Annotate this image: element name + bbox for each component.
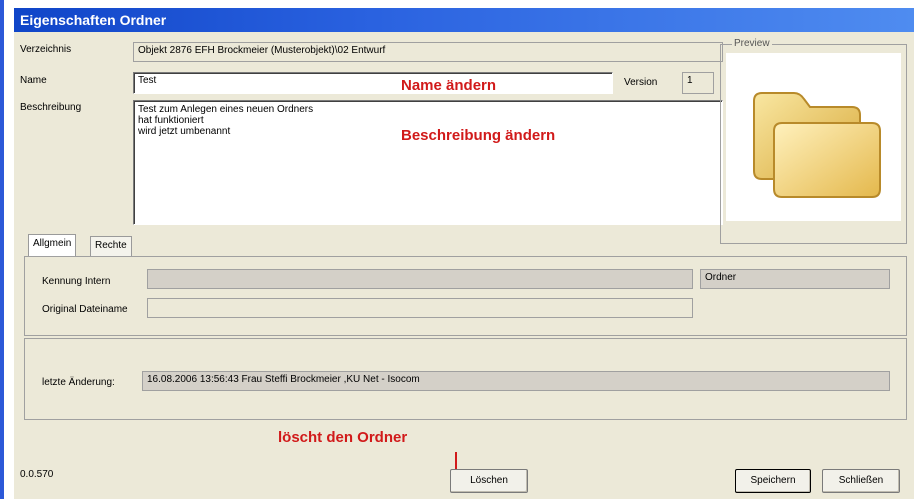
version-value: 1	[687, 75, 693, 86]
beschreibung-line-1: Test zum Anlegen eines neuen Ordners	[138, 104, 314, 115]
loeschen-button[interactable]: Löschen	[450, 469, 528, 493]
beschreibung-label: Beschreibung	[20, 102, 82, 113]
original-dateiname-field	[147, 298, 693, 318]
window-left-edge	[0, 0, 14, 499]
build-version: 0.0.570	[20, 469, 54, 480]
annotation-loescht-ordner: löscht den Ordner	[278, 429, 408, 446]
kennung-field	[147, 269, 693, 289]
tab-strip: Allgmein Rechte	[28, 234, 228, 256]
name-value: Test	[138, 75, 157, 86]
window-titlebar[interactable]: Eigenschaften Ordner	[14, 8, 914, 32]
schliessen-button[interactable]: Schließen	[822, 469, 900, 493]
tab-allgemein[interactable]: Allgmein	[28, 234, 77, 256]
name-input[interactable]: Test	[133, 72, 613, 94]
speichern-button-label: Speichern	[750, 475, 796, 486]
dialog-body: Verzeichnis Objekt 2876 EFH Brockmeier (…	[14, 32, 914, 499]
speichern-button[interactable]: Speichern	[735, 469, 811, 493]
verzeichnis-label: Verzeichnis	[20, 44, 72, 55]
tab-allgemein-label: Allgmein	[33, 238, 72, 249]
tab-rechte[interactable]: Rechte	[90, 236, 132, 256]
folder-icon	[753, 92, 881, 198]
type-field: Ordner	[700, 269, 890, 289]
tab-panel	[24, 256, 907, 336]
original-dateiname-label: Original Dateiname	[42, 304, 128, 315]
version-label: Version	[624, 77, 658, 88]
name-label: Name	[20, 75, 47, 86]
schliessen-button-label: Schließen	[838, 475, 884, 486]
loeschen-button-label: Löschen	[470, 475, 508, 486]
type-value: Ordner	[705, 272, 737, 283]
beschreibung-textarea[interactable]: Test zum Anlegen eines neuen Ordners hat…	[133, 100, 723, 225]
letzte-aenderung-label: letzte Änderung:	[42, 377, 115, 388]
verzeichnis-value: Objekt 2876 EFH Brockmeier (Musterobjekt…	[138, 45, 386, 56]
annotation-beschreibung-aendern: Beschreibung ändern	[401, 127, 556, 144]
letzte-aenderung-field: 16.08.2006 13:56:43 Frau Steffi Brockmei…	[142, 371, 890, 391]
version-field: 1	[682, 72, 714, 94]
verzeichnis-field: Objekt 2876 EFH Brockmeier (Musterobjekt…	[133, 42, 723, 62]
beschreibung-line-2: hat funktioniert	[138, 115, 204, 126]
letzte-aenderung-value: 16.08.2006 13:56:43 Frau Steffi Brockmei…	[147, 374, 420, 385]
preview-label: Preview	[732, 38, 772, 49]
annotation-name-aendern: Name ändern	[401, 77, 497, 94]
preview-panel	[726, 53, 901, 221]
kennung-label: Kennung Intern	[42, 276, 111, 287]
tab-rechte-label: Rechte	[95, 240, 127, 251]
window-title: Eigenschaften Ordner	[20, 12, 167, 28]
